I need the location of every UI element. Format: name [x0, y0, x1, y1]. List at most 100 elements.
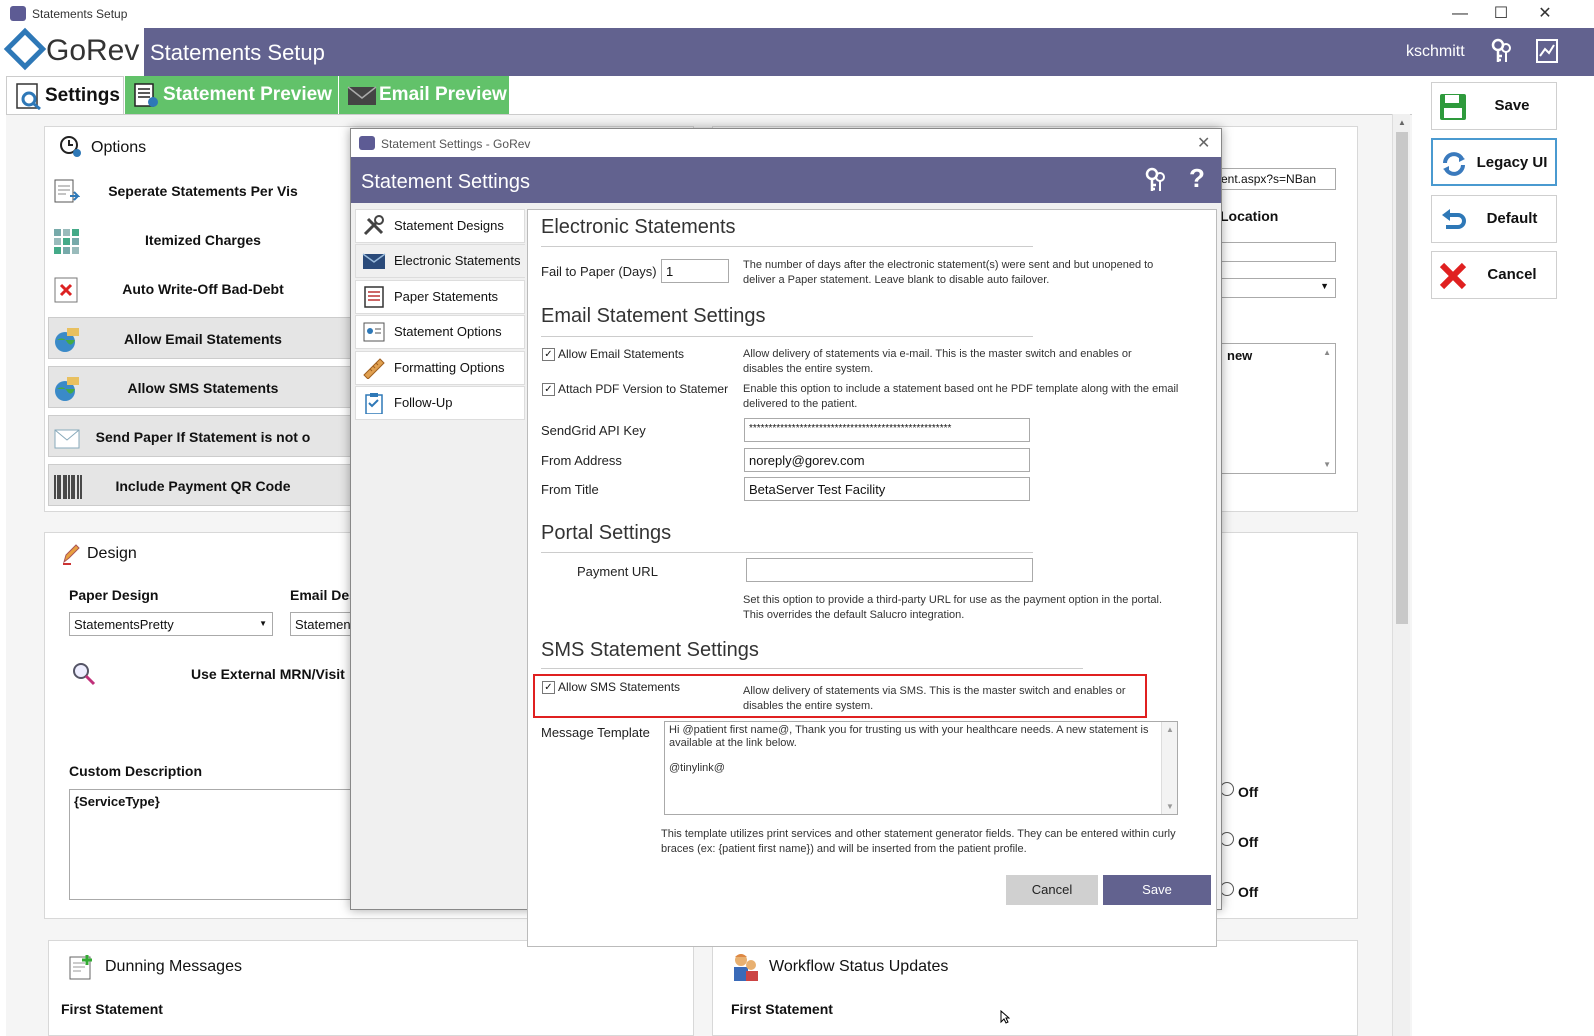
user-name[interactable]: kschmitt [1406, 43, 1465, 61]
close-icon[interactable]: ✕ [1525, 3, 1565, 25]
scroll-down-icon[interactable]: ▼ [1323, 460, 1331, 469]
allow-email-label[interactable]: Allow Email Statements [558, 347, 684, 361]
workflow-panel: Workflow Status Updates First Statement [712, 940, 1358, 1036]
floppy-icon [1438, 92, 1468, 122]
nav-statement-options[interactable]: Statement Options [355, 315, 525, 349]
location-label: Location [1220, 208, 1279, 224]
from-address-input[interactable]: noreply@gorev.com [744, 448, 1030, 472]
allow-email-checkbox[interactable]: ✓ [542, 348, 555, 361]
dialog-save-button[interactable]: Save [1103, 875, 1211, 905]
pencil-icon [61, 543, 81, 565]
location-field[interactable] [1218, 242, 1336, 262]
nav-paper-statements[interactable]: Paper Statements [355, 280, 525, 314]
fail-to-paper-desc: The number of days after the electronic … [743, 259, 1154, 286]
logo: GoRev [3, 27, 144, 76]
notes-textarea[interactable]: new ▲ ▼ [1218, 343, 1336, 474]
clock-icon [59, 135, 83, 159]
template-scrollbar[interactable]: ▲ ▼ [1161, 722, 1177, 814]
allow-sms-desc: Allow delivery of statements via SMS. Th… [743, 685, 1126, 712]
dunning-panel: Dunning Messages First Statement [48, 940, 694, 1036]
off-radio-1[interactable] [1220, 782, 1234, 796]
option-allow-sms[interactable]: Allow SMS Statements [48, 366, 358, 408]
electronic-section-title: Electronic Statements [541, 216, 736, 238]
from-title-input[interactable]: BetaServer Test Facility [744, 477, 1030, 501]
tab-statement-preview[interactable]: Statement Preview [125, 76, 338, 114]
save-button[interactable]: Save [1431, 82, 1557, 130]
envelope-icon [362, 250, 386, 272]
off-radio-2[interactable] [1220, 832, 1234, 846]
chart-icon[interactable] [1534, 38, 1560, 64]
custom-description-field[interactable]: {ServiceType} [69, 789, 353, 900]
scrollbar-thumb[interactable] [1396, 132, 1408, 624]
option-auto-write-off[interactable]: Auto Write-Off Bad-Debt [48, 268, 358, 310]
nav-label: Formatting Options [394, 360, 505, 375]
os-title-bar: Statements Setup — ☐ ✕ [0, 0, 1594, 28]
dialog-heading: Statement Settings [361, 171, 530, 193]
globe-icon [53, 375, 81, 401]
tab-label: Email Preview [379, 84, 507, 105]
option-separate-statements[interactable]: Seperate Statements Per Vis [48, 170, 358, 212]
from-address-label: From Address [541, 453, 622, 468]
allow-sms-label[interactable]: Allow SMS Statements [558, 680, 680, 694]
save-label: Save [1494, 97, 1530, 114]
email-design-select[interactable]: Statemen [290, 612, 352, 636]
option-label: Send Paper If Statement is not o [95, 429, 311, 445]
message-template-textarea[interactable]: Hi @patient first name@, Thank you for t… [664, 721, 1178, 815]
page-title: Statements Setup [150, 40, 325, 65]
workflow-title: Workflow Status Updates [769, 958, 949, 975]
dialog-content: Electronic Statements Fail to Paper (Day… [527, 209, 1217, 947]
option-label: Include Payment QR Code [115, 478, 291, 494]
app-header: GoRev Statements Setup kschmitt [3, 27, 1594, 76]
url-field[interactable]: ent.aspx?s=NBan [1218, 168, 1336, 190]
tab-label: Settings [45, 85, 120, 106]
paper-design-select[interactable]: StatementsPretty ▼ [69, 612, 273, 636]
option-label: Allow SMS Statements [127, 380, 279, 396]
chevron-down-icon: ▼ [259, 619, 267, 628]
default-label: Default [1486, 210, 1538, 227]
default-button[interactable]: Default [1431, 195, 1557, 243]
allow-sms-checkbox[interactable]: ✓ [542, 681, 555, 694]
attach-pdf-label[interactable]: Attach PDF Version to Statemer [558, 382, 738, 396]
nav-statement-designs[interactable]: Statement Designs [355, 209, 525, 243]
option-itemized-charges[interactable]: Itemized Charges [48, 219, 358, 261]
paper-design-label: Paper Design [69, 587, 159, 603]
help-icon[interactable]: ? [1189, 163, 1205, 194]
nav-follow-up[interactable]: Follow-Up [355, 386, 525, 420]
keys-icon[interactable] [1488, 38, 1514, 64]
dialog-close-icon[interactable]: ✕ [1197, 133, 1210, 153]
maximize-icon[interactable]: ☐ [1481, 3, 1521, 25]
tab-settings[interactable]: Settings [6, 76, 124, 114]
dialog-cancel-button[interactable]: Cancel [1006, 875, 1098, 905]
option-send-paper[interactable]: Send Paper If Statement is not o [48, 415, 358, 457]
cancel-button[interactable]: Cancel [1431, 251, 1557, 299]
scroll-down-icon[interactable]: ▼ [1166, 802, 1174, 811]
legacy-ui-button[interactable]: Legacy UI [1431, 138, 1557, 186]
fail-to-paper-input[interactable]: 1 [661, 259, 729, 283]
app-icon [10, 6, 26, 21]
cancel-label: Cancel [1487, 266, 1537, 283]
divider [541, 668, 1083, 669]
template-footer-desc: This template utilizes print services an… [661, 828, 1176, 855]
divider [541, 336, 1033, 337]
minimize-icon[interactable]: — [1440, 3, 1480, 25]
email-design-label: Email Des [290, 587, 357, 603]
x-icon [1438, 261, 1468, 291]
scroll-up-icon[interactable]: ▲ [1166, 725, 1174, 734]
keys-icon[interactable] [1143, 167, 1167, 193]
tab-email-preview[interactable]: Email Preview [339, 76, 509, 114]
nav-formatting-options[interactable]: Formatting Options [355, 351, 525, 385]
nav-label: Statement Designs [394, 218, 504, 233]
off-radio-3[interactable] [1220, 882, 1234, 896]
nav-electronic-statements[interactable]: Electronic Statements [355, 244, 525, 278]
main-scrollbar[interactable]: ▲ [1392, 114, 1410, 1036]
option-include-qr[interactable]: Include Payment QR Code [48, 464, 358, 506]
scroll-up-icon[interactable]: ▲ [1398, 118, 1406, 127]
option-allow-email[interactable]: Allow Email Statements [48, 317, 358, 359]
attach-pdf-checkbox[interactable]: ✓ [542, 383, 555, 396]
external-mrn-label[interactable]: Use External MRN/Visit [191, 666, 345, 682]
location-select[interactable]: ▼ [1218, 278, 1336, 298]
payment-url-input[interactable] [746, 558, 1033, 582]
off-label-1: Off [1238, 784, 1259, 800]
sendgrid-api-input[interactable]: ****************************************… [744, 418, 1030, 442]
scroll-up-icon[interactable]: ▲ [1323, 348, 1331, 357]
